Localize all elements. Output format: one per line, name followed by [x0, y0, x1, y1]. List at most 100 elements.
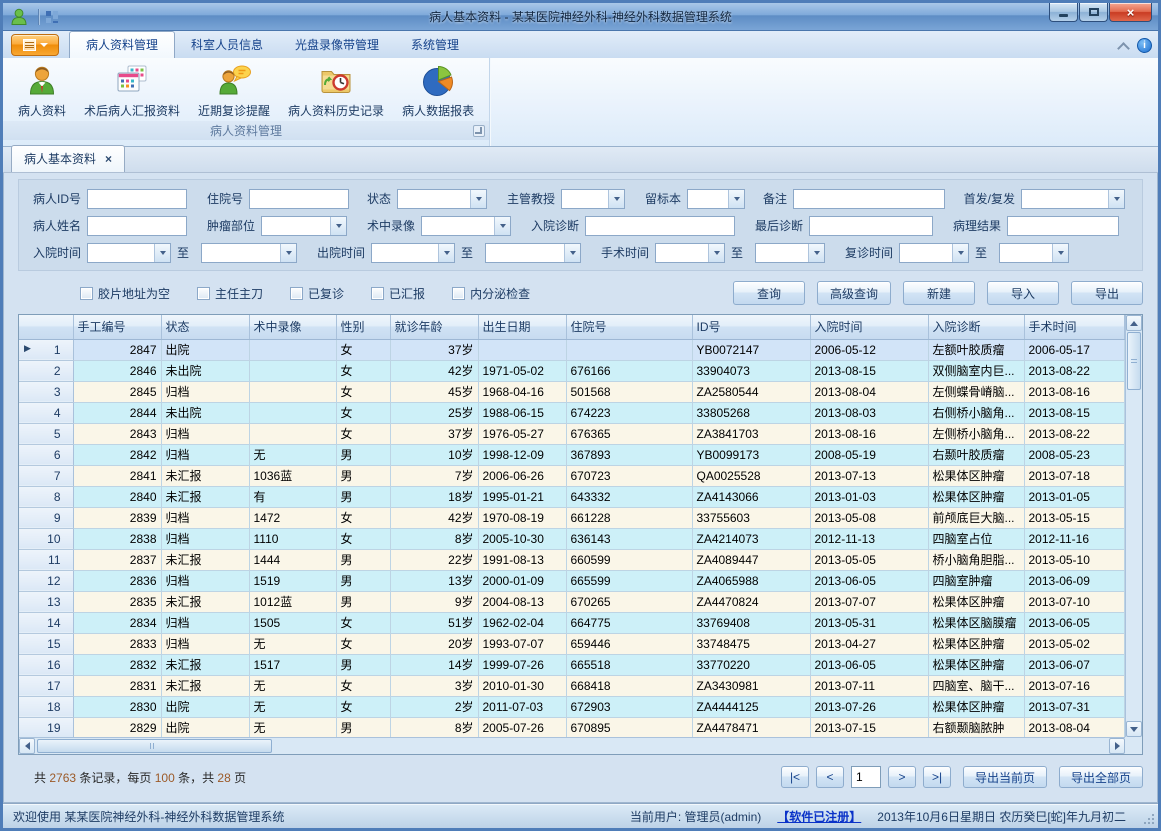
- chevron-down-icon[interactable]: [608, 190, 624, 208]
- row-number-cell[interactable]: 17: [19, 675, 73, 696]
- admission-time-from-select[interactable]: [87, 243, 171, 263]
- maximize-button[interactable]: [1079, 3, 1108, 22]
- export-all-pages-button[interactable]: 导出全部页: [1059, 766, 1143, 788]
- table-row[interactable]: 9 2839 归档 1472 女 42岁 1970-08-19 661228 3…: [19, 507, 1125, 528]
- col-status[interactable]: 状态: [161, 315, 249, 339]
- table-row[interactable]: 2 2846 未出院 女 42岁 1971-05-02 676166 33904…: [19, 360, 1125, 381]
- dialog-launcher-icon[interactable]: [473, 125, 485, 137]
- scroll-left-icon[interactable]: [19, 738, 35, 754]
- col-video[interactable]: 术中录像: [249, 315, 336, 339]
- ribbon-tab-disc-management[interactable]: 光盘录像带管理: [279, 32, 395, 58]
- checkbox-film-address-empty[interactable]: 胶片地址为空: [80, 285, 170, 302]
- row-number-cell[interactable]: ▶1: [19, 339, 73, 360]
- next-page-button[interactable]: >: [888, 766, 916, 788]
- specimen-select[interactable]: [687, 189, 745, 209]
- scroll-right-icon[interactable]: [1109, 738, 1125, 754]
- professor-select[interactable]: [561, 189, 625, 209]
- scroll-up-icon[interactable]: [1126, 315, 1142, 331]
- pathology-input[interactable]: [1007, 216, 1119, 236]
- data-report-button[interactable]: 病人数据报表: [393, 61, 483, 121]
- row-number-cell[interactable]: 10: [19, 528, 73, 549]
- row-number-cell[interactable]: 2: [19, 360, 73, 381]
- row-number-cell[interactable]: 11: [19, 549, 73, 570]
- row-number-cell[interactable]: 14: [19, 612, 73, 633]
- chevron-down-icon[interactable]: [438, 244, 454, 262]
- row-number-cell[interactable]: 19: [19, 717, 73, 738]
- app-person-icon[interactable]: [9, 7, 29, 27]
- col-admission-date[interactable]: 入院时间: [810, 315, 928, 339]
- resize-grip-icon[interactable]: [1143, 813, 1155, 825]
- row-number-cell[interactable]: 15: [19, 633, 73, 654]
- row-number-cell[interactable]: 7: [19, 465, 73, 486]
- row-number-cell[interactable]: 16: [19, 654, 73, 675]
- table-row[interactable]: 15 2833 归档 无 女 20岁 1993-07-07 659446 337…: [19, 633, 1125, 654]
- new-button[interactable]: 新建: [903, 281, 975, 305]
- table-row[interactable]: 7 2841 未汇报 1036蓝 男 7岁 2006-06-26 670723 …: [19, 465, 1125, 486]
- table-row[interactable]: 10 2838 归档 1110 女 8岁 2005-10-30 636143 Z…: [19, 528, 1125, 549]
- chevron-down-icon[interactable]: [564, 244, 580, 262]
- ribbon-tab-staff-info[interactable]: 科室人员信息: [175, 32, 279, 58]
- close-button[interactable]: ×: [1109, 3, 1152, 22]
- vertical-scrollbar[interactable]: [1125, 315, 1142, 737]
- chevron-down-icon[interactable]: [708, 244, 724, 262]
- chevron-down-icon[interactable]: [154, 244, 170, 262]
- chevron-down-icon[interactable]: [470, 190, 486, 208]
- horizontal-scrollbar[interactable]: [19, 737, 1125, 754]
- patient-name-input[interactable]: [87, 216, 187, 236]
- history-record-button[interactable]: 病人资料历史记录: [279, 61, 393, 121]
- table-row[interactable]: 17 2831 未汇报 无 女 3岁 2010-01-30 668418 ZA3…: [19, 675, 1125, 696]
- revisit-time-to-select[interactable]: [999, 243, 1069, 263]
- status-select[interactable]: [397, 189, 487, 209]
- collapse-ribbon-icon[interactable]: [1119, 43, 1129, 49]
- checkbox-chief-surgeon[interactable]: 主任主刀: [197, 285, 263, 302]
- first-recur-select[interactable]: [1021, 189, 1125, 209]
- row-number-cell[interactable]: 3: [19, 381, 73, 402]
- horizontal-scroll-thumb[interactable]: [37, 739, 272, 753]
- discharge-time-to-select[interactable]: [485, 243, 581, 263]
- chevron-down-icon[interactable]: [280, 244, 296, 262]
- tab-close-icon[interactable]: ×: [105, 153, 112, 165]
- ribbon-tab-system[interactable]: 系统管理: [395, 32, 475, 58]
- minimize-button[interactable]: [1049, 3, 1078, 22]
- surgery-time-to-select[interactable]: [755, 243, 825, 263]
- patient-id-input[interactable]: [87, 189, 187, 209]
- last-page-button[interactable]: >|: [923, 766, 951, 788]
- col-sex[interactable]: 性别: [336, 315, 390, 339]
- tab-patient-basic-info[interactable]: 病人基本资料 ×: [11, 145, 125, 172]
- table-row[interactable]: 5 2843 归档 女 37岁 1976-05-27 676365 ZA3841…: [19, 423, 1125, 444]
- table-row[interactable]: 19 2829 出院 无 男 8岁 2005-07-26 670895 ZA44…: [19, 717, 1125, 738]
- table-row[interactable]: 18 2830 出院 无 女 2岁 2011-07-03 672903 ZA44…: [19, 696, 1125, 717]
- chevron-down-icon[interactable]: [494, 217, 510, 235]
- info-icon[interactable]: i: [1137, 38, 1152, 53]
- admission-no-input[interactable]: [249, 189, 349, 209]
- chevron-down-icon[interactable]: [808, 244, 824, 262]
- row-number-cell[interactable]: 6: [19, 444, 73, 465]
- row-number-cell[interactable]: 13: [19, 591, 73, 612]
- revisit-reminder-button[interactable]: 近期复诊提醒: [189, 61, 279, 121]
- quick-access-layout-icon[interactable]: [44, 9, 60, 25]
- advanced-query-button[interactable]: 高级查询: [817, 281, 891, 305]
- final-diag-input[interactable]: [809, 216, 933, 236]
- vertical-scroll-thumb[interactable]: [1127, 332, 1141, 390]
- table-row[interactable]: 4 2844 未出院 女 25岁 1988-06-15 674223 33805…: [19, 402, 1125, 423]
- surgery-time-from-select[interactable]: [655, 243, 725, 263]
- chevron-down-icon[interactable]: [728, 190, 744, 208]
- revisit-time-from-select[interactable]: [899, 243, 969, 263]
- col-row-selector[interactable]: [19, 315, 73, 339]
- col-admission-diag[interactable]: 入院诊断: [928, 315, 1024, 339]
- chevron-down-icon[interactable]: [1052, 244, 1068, 262]
- checkbox-revisited[interactable]: 已复诊: [290, 285, 344, 302]
- software-registered-link[interactable]: 【软件已注册】: [777, 808, 861, 825]
- export-current-page-button[interactable]: 导出当前页: [963, 766, 1047, 788]
- col-id[interactable]: ID号: [692, 315, 810, 339]
- table-row[interactable]: 16 2832 未汇报 1517 男 14岁 1999-07-26 665518…: [19, 654, 1125, 675]
- col-age[interactable]: 就诊年龄: [390, 315, 478, 339]
- row-number-cell[interactable]: 8: [19, 486, 73, 507]
- table-row[interactable]: 8 2840 未汇报 有 男 18岁 1995-01-21 643332 ZA4…: [19, 486, 1125, 507]
- col-surgery-date[interactable]: 手术时间: [1024, 315, 1125, 339]
- import-button[interactable]: 导入: [987, 281, 1059, 305]
- ribbon-tab-patient-management[interactable]: 病人资料管理: [69, 31, 175, 58]
- checkbox-reported[interactable]: 已汇报: [371, 285, 425, 302]
- table-row[interactable]: 3 2845 归档 女 45岁 1968-04-16 501568 ZA2580…: [19, 381, 1125, 402]
- chevron-down-icon[interactable]: [330, 217, 346, 235]
